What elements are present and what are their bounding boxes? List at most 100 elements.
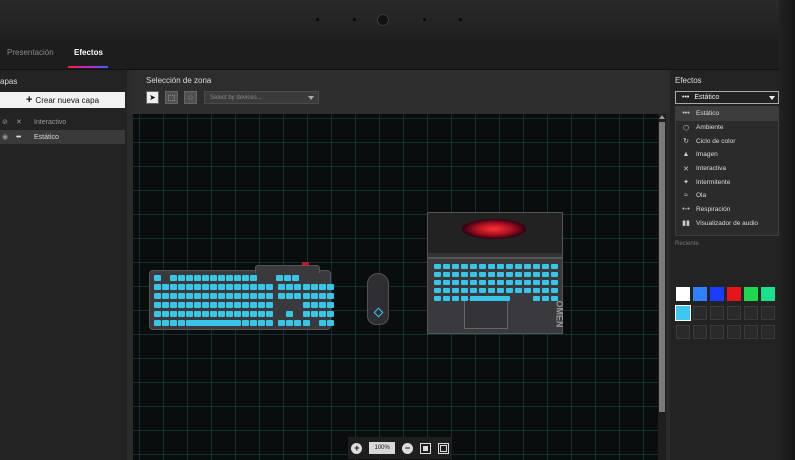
key[interactable]: [226, 284, 233, 290]
key[interactable]: [551, 272, 558, 277]
key[interactable]: [210, 311, 217, 317]
key[interactable]: [266, 284, 273, 290]
effect-option[interactable]: ⬡ Ambiente: [676, 121, 778, 135]
key[interactable]: [154, 302, 161, 308]
empty-color-slot[interactable]: [744, 306, 758, 320]
grid-toggle-button[interactable]: [437, 442, 449, 454]
empty-color-slot[interactable]: [727, 306, 741, 320]
key[interactable]: [284, 275, 291, 281]
key[interactable]: [242, 275, 249, 281]
key[interactable]: [443, 264, 450, 269]
key[interactable]: [226, 311, 233, 317]
box-select-icon[interactable]: ⬚: [165, 91, 178, 104]
key[interactable]: [218, 275, 225, 281]
key[interactable]: [250, 293, 257, 299]
key[interactable]: [524, 264, 531, 269]
key[interactable]: [443, 280, 450, 285]
key[interactable]: [461, 264, 468, 269]
key[interactable]: [194, 293, 201, 299]
key[interactable]: [461, 296, 468, 301]
key[interactable]: [234, 284, 241, 290]
mouse-device[interactable]: [367, 273, 389, 325]
key[interactable]: [242, 320, 249, 326]
effect-option[interactable]: ↻ Ciclo de color: [676, 134, 778, 148]
key[interactable]: [202, 311, 209, 317]
key[interactable]: [434, 272, 441, 277]
key[interactable]: [154, 284, 161, 290]
key[interactable]: [311, 293, 318, 299]
key[interactable]: [488, 272, 495, 277]
key[interactable]: [303, 284, 310, 290]
key[interactable]: [250, 311, 257, 317]
key[interactable]: [533, 264, 540, 269]
key[interactable]: [286, 311, 293, 317]
effect-option[interactable]: •◦• Respiración: [676, 203, 778, 217]
device-canvas[interactable]: OMEN: [133, 114, 658, 460]
key[interactable]: [551, 280, 558, 285]
key[interactable]: [154, 320, 161, 326]
key[interactable]: [327, 293, 334, 299]
color-swatch[interactable]: [710, 287, 724, 301]
zoom-out-button[interactable]: −: [401, 442, 413, 454]
key[interactable]: [524, 280, 531, 285]
key[interactable]: [186, 284, 193, 290]
tab-presentacion[interactable]: Presentación: [7, 48, 54, 57]
key[interactable]: [250, 302, 257, 308]
key[interactable]: [319, 284, 326, 290]
key[interactable]: [327, 302, 334, 308]
effect-option[interactable]: ≈ Ola: [676, 189, 778, 203]
key[interactable]: [186, 302, 193, 308]
empty-color-slot[interactable]: [710, 325, 724, 339]
key[interactable]: [533, 288, 540, 293]
key[interactable]: [303, 311, 310, 317]
key[interactable]: [506, 272, 513, 277]
key[interactable]: [234, 311, 241, 317]
key[interactable]: [488, 280, 495, 285]
key[interactable]: [319, 320, 326, 326]
key[interactable]: [186, 293, 193, 299]
color-swatch[interactable]: [744, 287, 758, 301]
color-swatch[interactable]: [675, 305, 691, 321]
key[interactable]: [479, 280, 486, 285]
key[interactable]: [515, 264, 522, 269]
key[interactable]: [258, 284, 265, 290]
key[interactable]: [210, 302, 217, 308]
key[interactable]: [250, 275, 257, 281]
key[interactable]: [278, 320, 285, 326]
key[interactable]: [162, 302, 169, 308]
color-swatch[interactable]: [761, 287, 775, 301]
key[interactable]: [434, 280, 441, 285]
key[interactable]: [470, 296, 510, 301]
key[interactable]: [266, 302, 273, 308]
key[interactable]: [303, 302, 310, 308]
key[interactable]: [542, 296, 549, 301]
key[interactable]: [218, 293, 225, 299]
empty-color-slot[interactable]: [744, 325, 758, 339]
key[interactable]: [266, 311, 273, 317]
key[interactable]: [488, 288, 495, 293]
key[interactable]: [294, 293, 301, 299]
key[interactable]: [162, 320, 169, 326]
key[interactable]: [170, 311, 177, 317]
key[interactable]: [452, 288, 459, 293]
key[interactable]: [294, 320, 301, 326]
key[interactable]: [488, 264, 495, 269]
key[interactable]: [452, 264, 459, 269]
key[interactable]: [327, 311, 334, 317]
key[interactable]: [170, 320, 177, 326]
key[interactable]: [470, 264, 477, 269]
key[interactable]: [186, 320, 238, 326]
key[interactable]: [170, 302, 177, 308]
key[interactable]: [542, 264, 549, 269]
key[interactable]: [202, 302, 209, 308]
key[interactable]: [202, 293, 209, 299]
tab-efectos[interactable]: Efectos: [74, 48, 103, 57]
key[interactable]: [470, 280, 477, 285]
key[interactable]: [258, 320, 265, 326]
create-layer-button[interactable]: + Crear nueva capa: [0, 92, 125, 108]
key[interactable]: [242, 302, 249, 308]
key[interactable]: [250, 284, 257, 290]
key[interactable]: [515, 272, 522, 277]
key[interactable]: [210, 275, 217, 281]
key[interactable]: [434, 288, 441, 293]
